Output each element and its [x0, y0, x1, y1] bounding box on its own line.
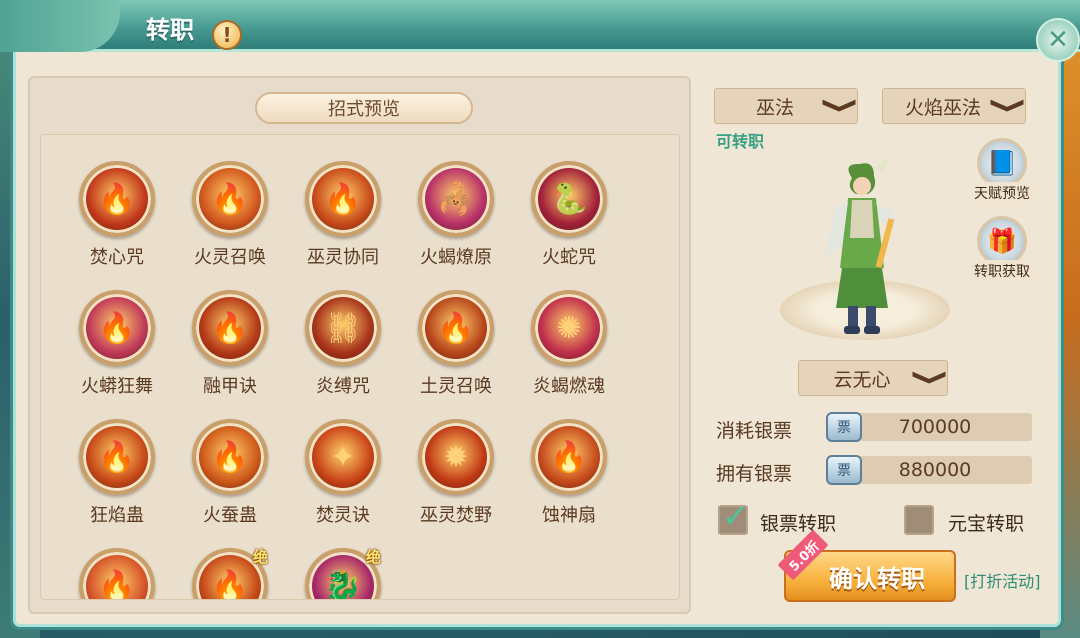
skill-item[interactable]: ✺ 炎蝎燃魂 [519, 290, 619, 410]
discount-event-link[interactable]: [打折活动] [964, 568, 1041, 592]
silver-note-icon: 票 [826, 455, 862, 485]
fire-python-icon: 🔥 [79, 290, 155, 366]
skill-name: 火蝎燎原 [420, 247, 492, 268]
own-label: 拥有银票 [716, 463, 793, 485]
skill-item[interactable]: 🦂 火蝎燎原 [406, 161, 506, 281]
talent-book-icon: 📘 [977, 138, 1027, 188]
silver-transfer-label: 银票转职 [760, 513, 837, 535]
fire-demon-icon: 🔥 绝 [192, 548, 268, 599]
burn-spirit-icon: ✦ [305, 419, 381, 495]
chevron-down-icon: ❯ [989, 96, 1027, 115]
skill-item[interactable]: 🔥 绝 [180, 548, 280, 599]
skill-item[interactable]: ✦ 焚灵诀 [293, 419, 393, 539]
fire-snake-icon: 🐍 [531, 161, 607, 237]
character-select[interactable]: 云无心 ❯ [798, 360, 949, 396]
skill-item[interactable]: ✹ 巫灵焚野 [406, 419, 506, 539]
close-icon[interactable]: ✕ [1036, 18, 1080, 62]
transfer-status: 可转职 [716, 132, 765, 151]
character-model [826, 158, 900, 334]
skill-name: 焚灵诀 [316, 505, 370, 526]
skill-name: 火蛇咒 [542, 247, 596, 268]
transfer-get-label: 转职获取 [971, 260, 1033, 282]
erosion-fan-icon: 🔥 [531, 419, 607, 495]
skill-name: 蚀神扇 [542, 505, 596, 526]
talent-preview-label: 天赋预览 [971, 182, 1033, 204]
flame-heart-icon: 🔥 [79, 161, 155, 237]
fire-spirit-icon: 🔥 [192, 161, 268, 237]
chevron-down-icon: ❯ [911, 368, 949, 387]
skill-item[interactable]: 🔥 融甲诀 [180, 290, 280, 410]
fire-dragon-icon: 🐉 绝 [305, 548, 381, 599]
silver-transfer-checkbox[interactable]: ✓ [718, 497, 749, 535]
sub-class-select-value: 火焰巫法 [904, 96, 981, 119]
skill-item[interactable]: 🔥 火灵召唤 [180, 161, 280, 281]
skill-item[interactable]: 🔥 蚀神扇 [519, 419, 619, 539]
earth-spirit-icon: 🔥 [418, 290, 494, 366]
fire-silkworm-icon: 🔥 [192, 419, 268, 495]
info-alert-icon[interactable]: ! [212, 20, 242, 50]
own-value: 880000 [838, 456, 1032, 484]
window-title: 转职 [146, 16, 194, 44]
skill-item[interactable]: 🔥 火蟒狂舞 [67, 290, 167, 410]
skill-name: 土灵召唤 [420, 376, 492, 397]
skill-grid[interactable]: 🔥 焚心咒 🔥 火灵召唤 🔥 巫灵协同 🦂 火蝎燎原 🐍 火蛇咒 🔥 火蟒狂舞 🔥 融甲诀 ⛓ 炎缚咒 🔥 土灵召… [40, 134, 680, 600]
ultimate-badge: 绝 [252, 548, 268, 566]
skill-item[interactable]: 🔥 巫灵协同 [293, 161, 393, 281]
chevron-down-icon: ❯ [821, 96, 859, 115]
skill-name: 炎蝎燃魂 [533, 376, 605, 397]
flame-scorpion-icon: ✺ [531, 290, 607, 366]
skill-item[interactable]: 🔥 [67, 548, 167, 599]
talent-preview-button[interactable]: 📘 天赋预览 [970, 138, 1034, 210]
skill-item[interactable]: 🐍 火蛇咒 [519, 161, 619, 281]
skill-name: 焚心咒 [90, 247, 144, 268]
skill-name: 融甲诀 [203, 376, 257, 397]
skill-name: 火蚕蛊 [203, 505, 257, 526]
skill-name: 狂焰蛊 [90, 505, 144, 526]
sub-class-select[interactable]: 火焰巫法 ❯ [882, 88, 1027, 124]
skill-item[interactable]: 🔥 狂焰蛊 [67, 419, 167, 539]
transfer-get-button[interactable]: 🎁 转职获取 [970, 216, 1034, 288]
skill-name: 火灵召唤 [194, 247, 266, 268]
gift-box-icon: 🎁 [977, 216, 1027, 266]
skill-preview-title: 招式预览 [255, 92, 473, 124]
character-select-value: 云无心 [833, 368, 891, 391]
shaman-burn-icon: ✹ [418, 419, 494, 495]
skill-item[interactable]: 🔥 火蚕蛊 [180, 419, 280, 539]
skill-name: 火蟒狂舞 [81, 376, 153, 397]
title-bar: 转职 ! [0, 0, 1080, 52]
class-select-value: 巫法 [755, 96, 794, 119]
silver-note-icon: 票 [826, 412, 862, 442]
ultimate-badge: 绝 [365, 548, 381, 566]
fire-scorpion-icon: 🦂 [418, 161, 494, 237]
class-select[interactable]: 巫法 ❯ [714, 88, 859, 124]
wild-flame-icon: 🔥 [79, 419, 155, 495]
ingot-transfer-checkbox[interactable] [904, 505, 934, 535]
consume-label: 消耗银票 [716, 420, 793, 442]
flame-bind-icon: ⛓ [305, 290, 381, 366]
skill-item[interactable]: 🔥 土灵召唤 [406, 290, 506, 410]
skill-name: 巫灵焚野 [420, 505, 492, 526]
title-ornament [0, 0, 120, 52]
check-icon: ✓ [722, 497, 749, 535]
ingot-transfer-label: 元宝转职 [948, 513, 1025, 535]
flame-lotus-icon: 🔥 [79, 548, 155, 599]
consume-value: 700000 [838, 413, 1032, 441]
melt-armor-icon: 🔥 [192, 290, 268, 366]
skill-name: 炎缚咒 [316, 376, 370, 397]
skill-name: 巫灵协同 [307, 247, 379, 268]
skill-item[interactable]: 🐉 绝 [293, 548, 393, 599]
skill-item[interactable]: ⛓ 炎缚咒 [293, 290, 393, 410]
skill-item[interactable]: 🔥 焚心咒 [67, 161, 167, 281]
shaman-spirit-icon: 🔥 [305, 161, 381, 237]
